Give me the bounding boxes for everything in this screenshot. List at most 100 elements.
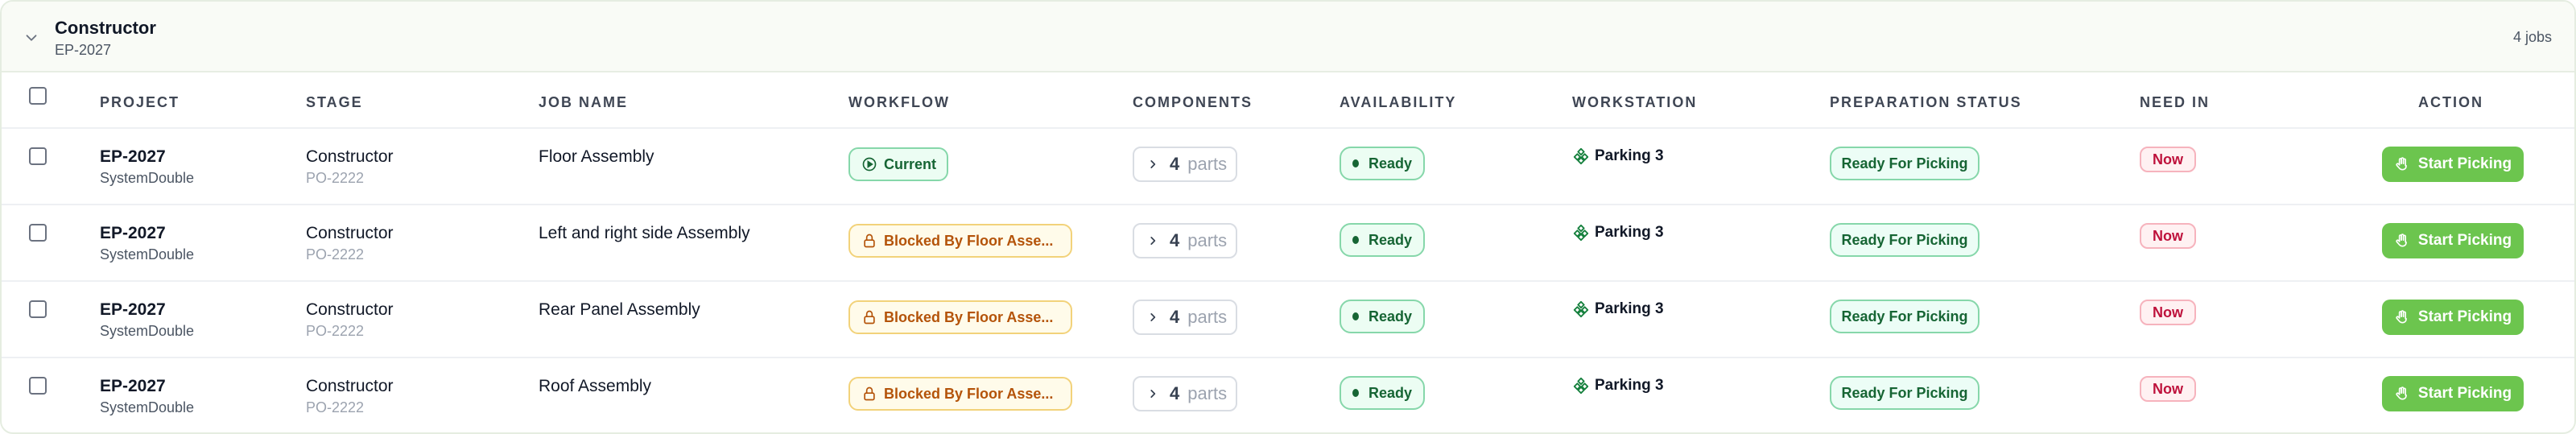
- project-cell: EP-2027 SystemDouble: [100, 147, 194, 187]
- components-unit: parts: [1187, 230, 1228, 250]
- chevron-right-icon: [1150, 313, 1156, 321]
- components-unit: parts: [1187, 307, 1228, 327]
- workflow-badge[interactable]: Blocked By Floor Asse...: [848, 224, 1072, 258]
- chevron-right-icon: [1150, 237, 1156, 245]
- availability-badge: Ready: [1340, 147, 1425, 180]
- status-dot-icon: [1352, 236, 1359, 244]
- availability-label: Ready: [1368, 155, 1412, 172]
- chevron-right-icon: [1150, 160, 1156, 168]
- project-system: SystemDouble: [100, 170, 195, 186]
- column-header-workflow[interactable]: WORKFLOW: [848, 94, 950, 111]
- components-count: 4: [1170, 154, 1180, 174]
- table-row[interactable]: EP-2027 SystemDouble Constructor PO-2222…: [2, 282, 2574, 358]
- workstation-cluster-icon: [1573, 377, 1589, 395]
- components-toggle[interactable]: 4 parts: [1133, 147, 1237, 182]
- components-count: 4: [1170, 307, 1180, 327]
- workflow-label: Blocked By Floor Asse...: [884, 232, 1054, 249]
- job-group-panel: Constructor EP-2027 4 jobs PROJECT STAGE…: [0, 0, 2576, 434]
- need-in-badge: Now: [2140, 147, 2196, 172]
- preparation-status-label: Ready For Picking: [1841, 231, 1968, 248]
- components-count: 4: [1170, 230, 1180, 250]
- column-header-preparation-status[interactable]: PREPARATION STATUS: [1830, 94, 2022, 111]
- preparation-status-badge: Ready For Picking: [1830, 300, 1979, 333]
- workflow-label: Current: [884, 155, 937, 172]
- availability-label: Ready: [1368, 231, 1412, 248]
- row-checkbox[interactable]: [29, 224, 47, 242]
- table-row[interactable]: EP-2027 SystemDouble Constructor PO-2222…: [2, 358, 2574, 432]
- chevron-right-icon: [1150, 390, 1156, 398]
- table-row[interactable]: EP-2027 SystemDouble Constructor PO-2222…: [2, 205, 2574, 282]
- components-unit: parts: [1187, 383, 1228, 403]
- hand-icon: [2396, 386, 2407, 400]
- job-name[interactable]: Left and right side Assembly: [539, 224, 750, 243]
- workflow-badge[interactable]: Blocked By Floor Asse...: [848, 377, 1072, 411]
- start-picking-button[interactable]: Start Picking: [2382, 300, 2524, 335]
- workstation-cell[interactable]: Parking 3: [1572, 147, 1664, 165]
- column-header-availability[interactable]: AVAILABILITY: [1340, 94, 1456, 111]
- job-name[interactable]: Floor Assembly: [539, 147, 654, 167]
- column-header-components[interactable]: COMPONENTS: [1133, 94, 1253, 111]
- components-toggle[interactable]: 4 parts: [1133, 376, 1237, 411]
- start-picking-button[interactable]: Start Picking: [2382, 223, 2524, 258]
- components-toggle[interactable]: 4 parts: [1133, 223, 1237, 258]
- availability-badge: Ready: [1340, 223, 1425, 257]
- availability-label: Ready: [1368, 308, 1412, 324]
- workstation-cluster-icon: [1573, 147, 1589, 165]
- stage-name: Constructor: [306, 300, 394, 319]
- lock-icon: [864, 310, 875, 324]
- column-header-project[interactable]: PROJECT: [100, 94, 180, 111]
- job-name[interactable]: Rear Panel Assembly: [539, 300, 700, 320]
- project-cell: EP-2027 SystemDouble: [100, 224, 194, 263]
- stage-cell: Constructor PO-2222: [306, 377, 394, 416]
- group-title: Constructor: [55, 18, 156, 38]
- project-code: EP-2027: [100, 147, 166, 166]
- stage-name: Constructor: [306, 377, 394, 395]
- need-in-label: Now: [2153, 304, 2183, 320]
- column-header-action: ACTION: [2418, 94, 2483, 110]
- stage-po: PO-2222: [306, 170, 365, 186]
- select-all-checkbox[interactable]: [29, 87, 47, 105]
- stage-cell: Constructor PO-2222: [306, 224, 394, 263]
- group-subtitle: EP-2027: [55, 42, 112, 58]
- job-name[interactable]: Roof Assembly: [539, 377, 651, 396]
- project-code: EP-2027: [100, 300, 166, 319]
- components-toggle[interactable]: 4 parts: [1133, 300, 1237, 335]
- table-row[interactable]: EP-2027 SystemDouble Constructor PO-2222…: [2, 129, 2574, 205]
- column-header-stage[interactable]: STAGE: [306, 94, 363, 111]
- need-in-badge: Now: [2140, 223, 2196, 249]
- availability-badge: Ready: [1340, 300, 1425, 333]
- components-count: 4: [1170, 383, 1180, 403]
- start-picking-button[interactable]: Start Picking: [2382, 376, 2524, 411]
- column-header-job-name[interactable]: JOB NAME: [539, 94, 628, 111]
- row-checkbox[interactable]: [29, 147, 47, 165]
- workstation-label: Parking 3: [1595, 377, 1664, 394]
- start-picking-label: Start Picking: [2417, 385, 2512, 402]
- availability-badge: Ready: [1340, 376, 1425, 410]
- column-header-workstation[interactable]: WORKSTATION: [1572, 94, 1697, 111]
- chevron-down-icon[interactable]: [23, 29, 40, 47]
- workstation-cell[interactable]: Parking 3: [1572, 377, 1664, 395]
- preparation-status-label: Ready For Picking: [1841, 308, 1968, 324]
- start-picking-button[interactable]: Start Picking: [2382, 147, 2524, 182]
- project-code: EP-2027: [100, 224, 166, 242]
- need-in-badge: Now: [2140, 376, 2196, 402]
- play-circle-icon: [862, 157, 877, 172]
- status-dot-icon: [1352, 389, 1359, 397]
- column-header-need-in[interactable]: NEED IN: [2140, 94, 2210, 111]
- lock-icon: [864, 386, 875, 401]
- table-header: PROJECT STAGE JOB NAME WORKFLOW COMPONEN…: [2, 72, 2574, 129]
- hand-icon: [2396, 310, 2407, 324]
- hand-icon: [2396, 157, 2407, 171]
- workflow-badge[interactable]: Blocked By Floor Asse...: [848, 300, 1072, 334]
- workflow-badge[interactable]: Current: [848, 147, 948, 181]
- preparation-status-badge: Ready For Picking: [1830, 223, 1979, 257]
- workstation-cell[interactable]: Parking 3: [1572, 300, 1664, 318]
- project-system: SystemDouble: [100, 323, 195, 339]
- stage-po: PO-2222: [306, 323, 365, 339]
- row-checkbox[interactable]: [29, 377, 47, 395]
- workstation-cell[interactable]: Parking 3: [1572, 224, 1664, 242]
- stage-cell: Constructor PO-2222: [306, 300, 394, 340]
- group-header[interactable]: Constructor EP-2027 4 jobs: [2, 2, 2574, 72]
- workstation-label: Parking 3: [1595, 224, 1664, 241]
- row-checkbox[interactable]: [29, 300, 47, 318]
